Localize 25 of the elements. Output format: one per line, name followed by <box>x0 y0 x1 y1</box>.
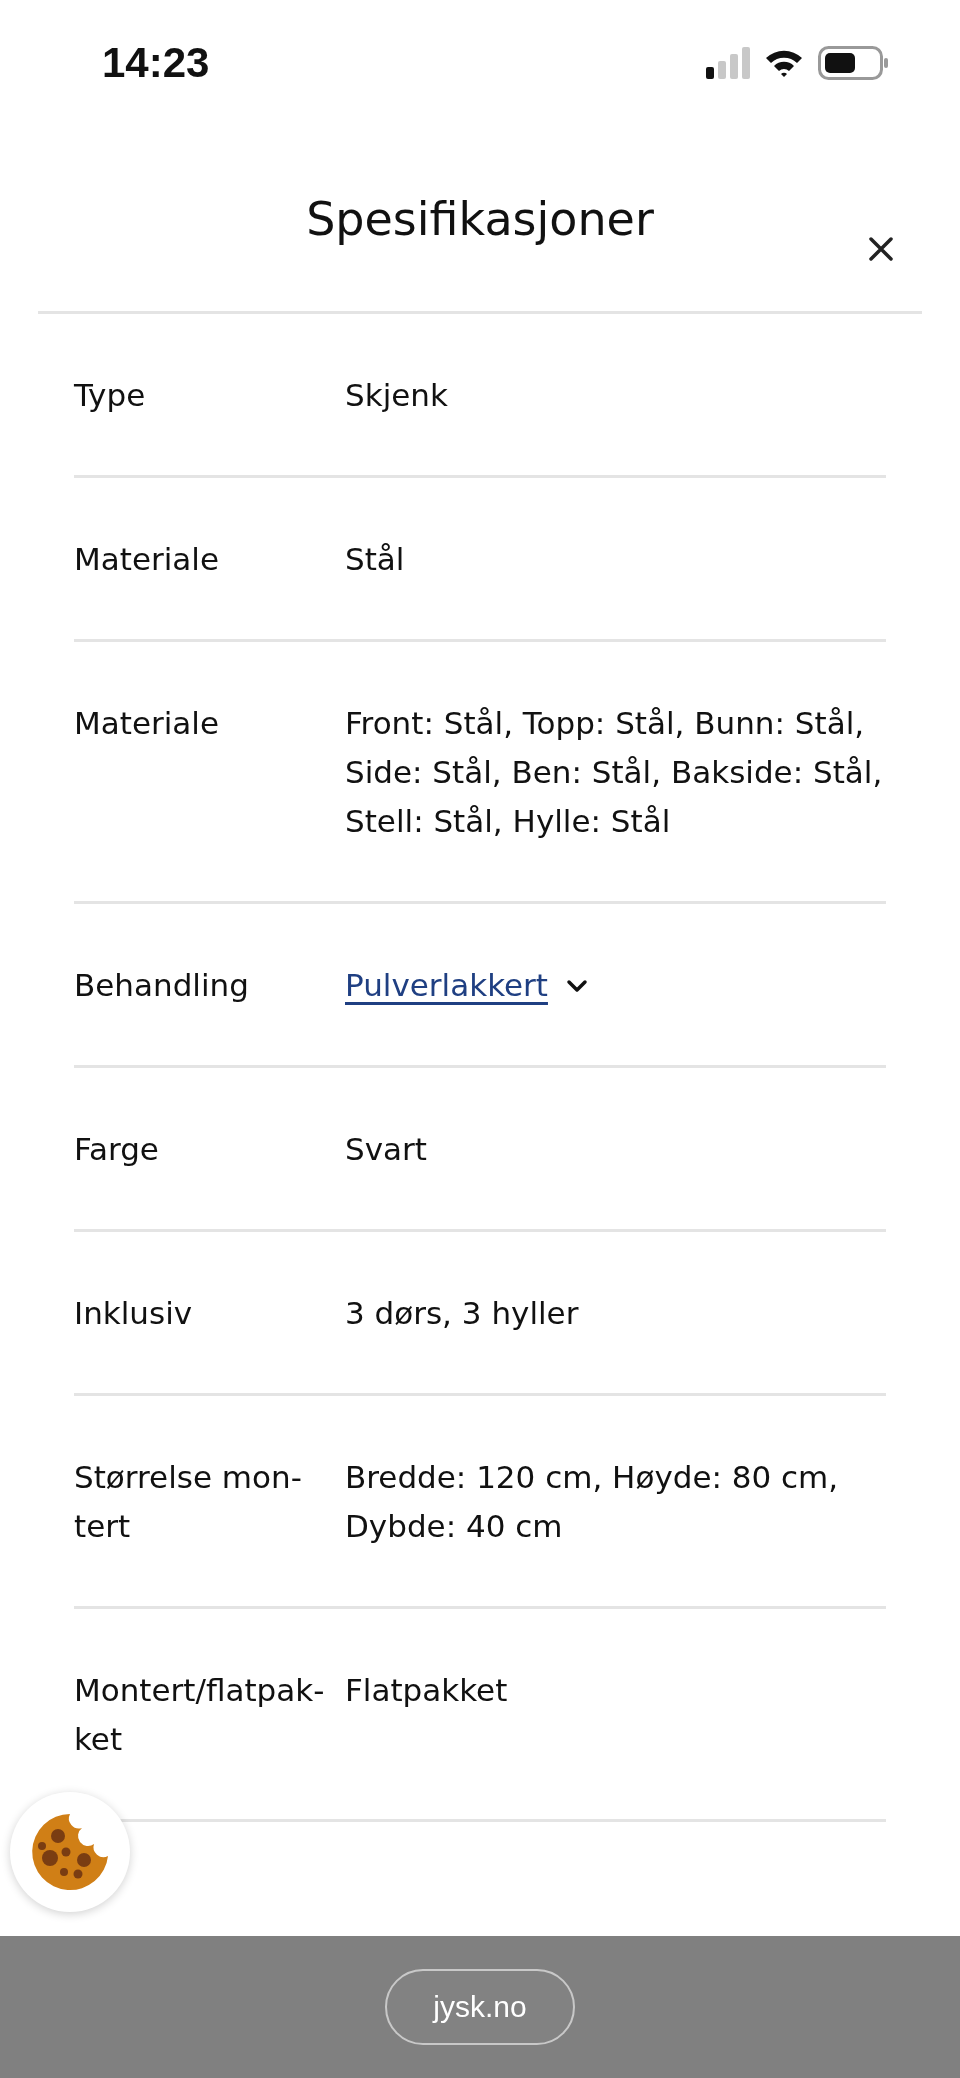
spec-value: Flatpakket <box>345 1671 509 1710</box>
spec-value: 3 dørs, 3 hyller <box>345 1294 580 1333</box>
cookie-button[interactable] <box>10 1792 130 1912</box>
spec-label: Montert/flatpak- ket <box>74 1671 326 1759</box>
spec-label: Materiale <box>74 540 220 579</box>
spec-label: Materiale <box>74 704 220 743</box>
spec-label: Farge <box>74 1130 160 1169</box>
spec-value: Front: Stål, Topp: Stål, Bunn: Stål, Side: Stål, Ben: Stål, Bakside: Stål, Stell: Stål, Hylle: Stål <box>345 704 884 841</box>
spec-label: Inklusiv <box>74 1294 194 1333</box>
signal-icon <box>706 47 750 79</box>
dialog-title: Spesifikasjoner <box>306 191 654 246</box>
spec-link[interactable]: Pulverlakkert <box>345 961 548 1010</box>
status-time: 14:23 <box>102 39 210 87</box>
battery-icon <box>818 46 890 80</box>
spec-label: Behandling <box>74 966 250 1005</box>
close-icon[interactable] <box>868 236 894 262</box>
spec-label: Type <box>74 376 147 415</box>
spec-value: Svart <box>345 1130 428 1169</box>
spec-label: Størrelse mon- tert <box>74 1458 303 1546</box>
spec-value: Skjenk <box>345 376 449 415</box>
spec-value: Stål <box>345 540 406 579</box>
wifi-icon <box>764 48 804 78</box>
chevron-down-icon[interactable] <box>565 978 588 993</box>
address-pill[interactable]: jysk.no <box>385 1969 575 2045</box>
spec-value: Bredde: 120 cm, Høyde: 80 cm, Dybde: 40 cm <box>345 1458 840 1546</box>
